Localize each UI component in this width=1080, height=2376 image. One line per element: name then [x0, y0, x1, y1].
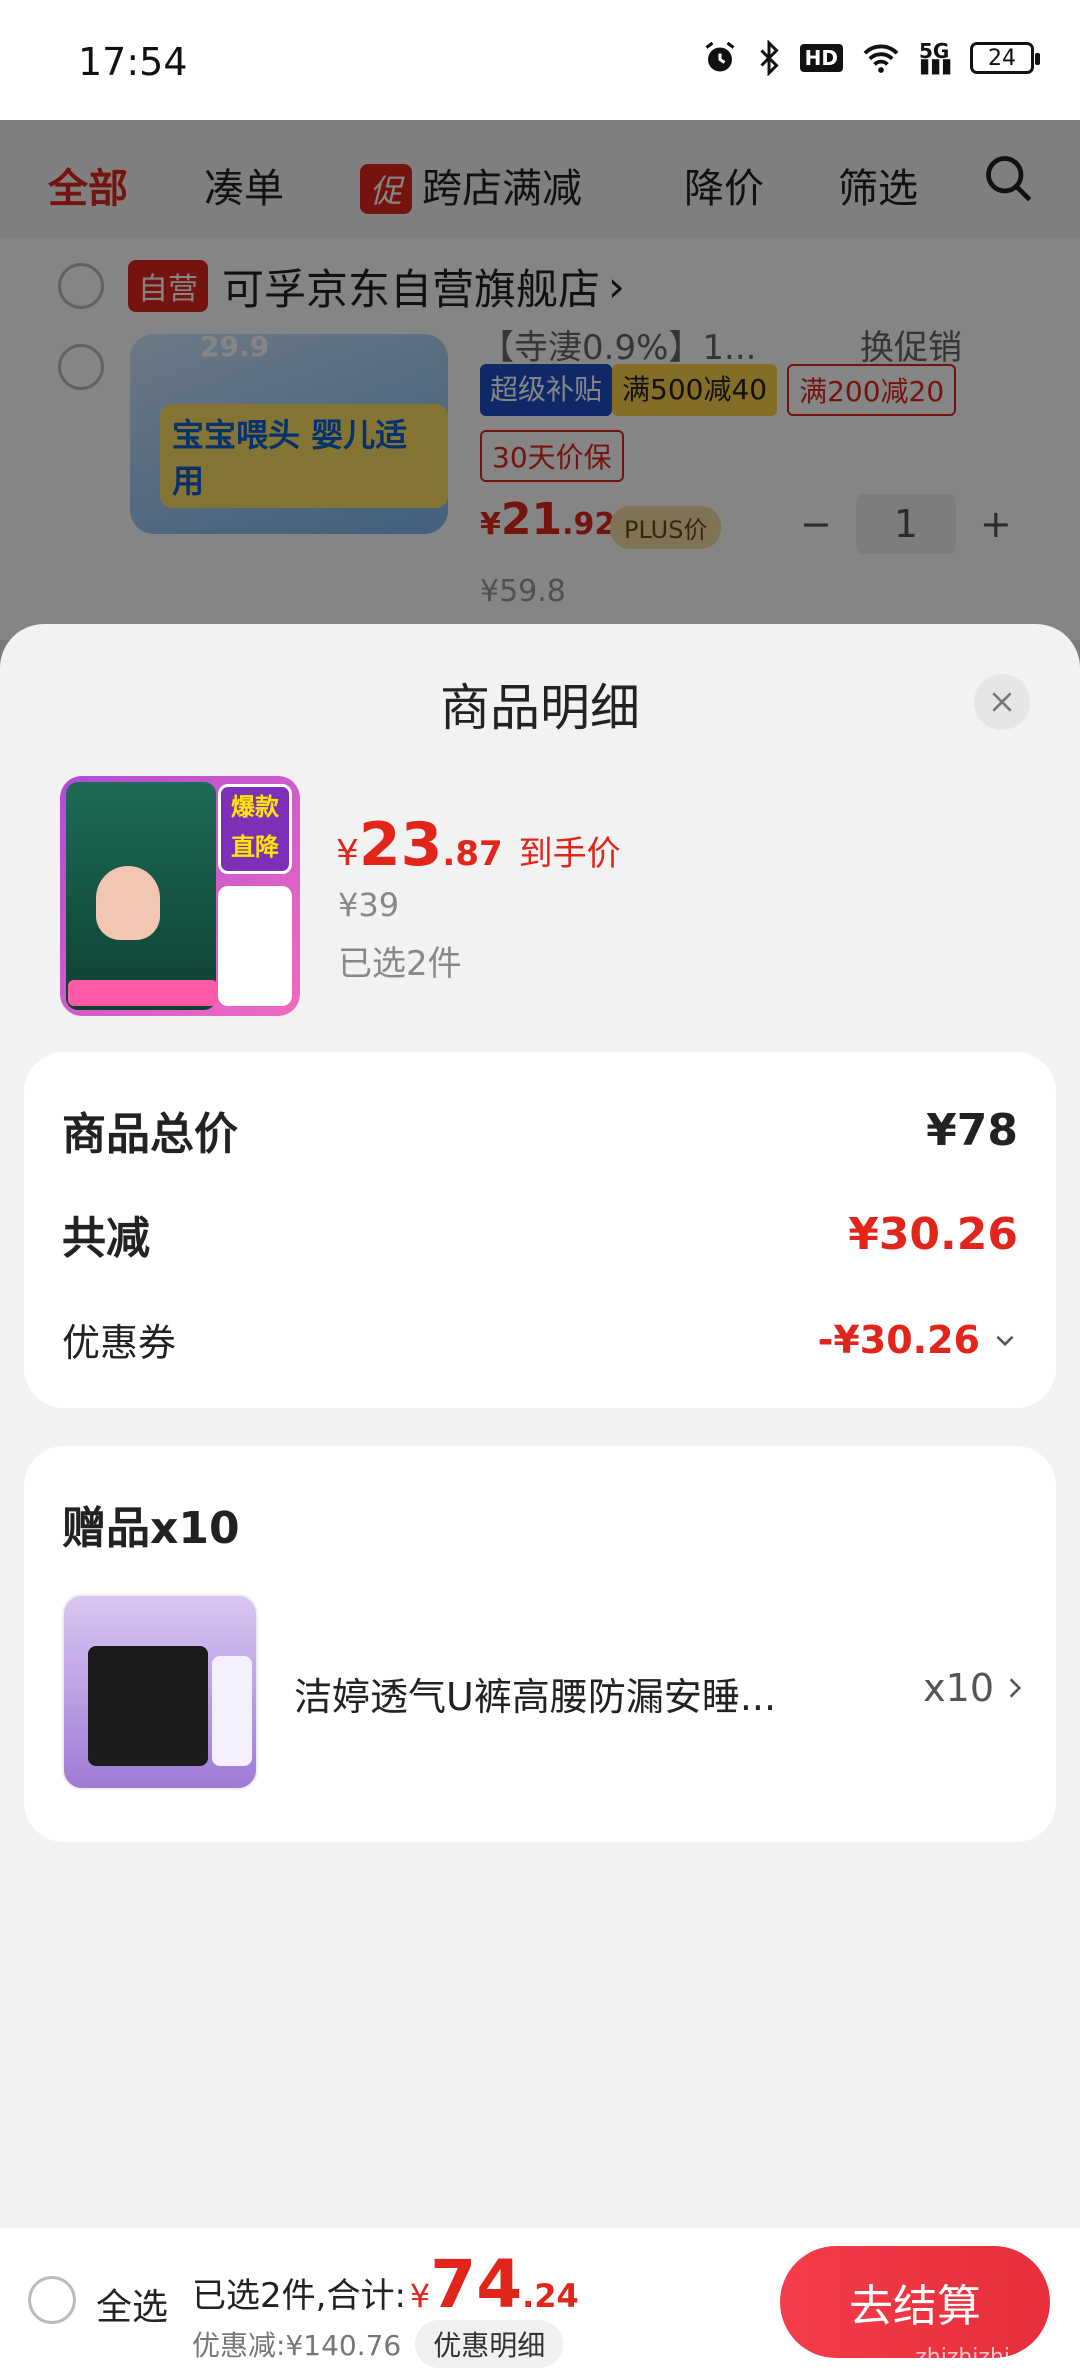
product-image-side: [218, 886, 292, 1006]
gift-quantity[interactable]: x10: [923, 1666, 1026, 1710]
discount-summary: 优惠减:¥140.76 优惠明细: [192, 2320, 564, 2368]
coupon-value: -¥30.26: [817, 1317, 980, 1362]
chevron-down-icon[interactable]: [992, 1327, 1018, 1353]
close-icon: [992, 692, 1012, 712]
watermark: zhizhizhi.com: [915, 2345, 1064, 2370]
coupon-label: 优惠券: [62, 1321, 177, 1365]
hd-icon: HD: [799, 44, 843, 72]
price-summary-card: 商品总价 ¥78 共减 ¥30.26 优惠券 -¥30.26: [24, 1052, 1056, 1408]
discount-detail-button[interactable]: 优惠明细: [415, 2320, 564, 2368]
product-image[interactable]: 爆款直降: [60, 776, 300, 1016]
gift-name[interactable]: 洁婷透气U裤高腰防漏安睡...: [294, 1666, 776, 1721]
status-time: 17:54: [78, 40, 188, 84]
signal-icon: 5G ▮▮▮: [918, 39, 952, 77]
reduction-value: ¥30.26: [848, 1208, 1018, 1260]
total-summary: 已选2件,合计: ¥ 74 .24: [192, 2246, 579, 2323]
selected-count: 已选2件: [338, 944, 462, 984]
product-image-model: [96, 866, 160, 940]
reduction-row: 共减 ¥30.26: [62, 1202, 1018, 1266]
total-price-row: 商品总价 ¥78: [62, 1098, 1018, 1162]
chevron-right-icon: [1009, 1678, 1022, 1698]
product-image-strip: [68, 980, 218, 1006]
reduction-label: 共减: [62, 1213, 150, 1264]
gift-image[interactable]: [62, 1594, 258, 1790]
total-integer: 74: [430, 2246, 523, 2323]
total-decimal: .24: [522, 2277, 579, 2315]
final-price-label: 到手价: [518, 834, 621, 874]
checkout-button[interactable]: 去结算: [780, 2246, 1050, 2358]
gift-image-pack: [88, 1646, 208, 1766]
gift-title: 赠品x10: [62, 1503, 240, 1554]
alarm-icon: [705, 41, 735, 72]
status-bar: 17:54 HD 5G ▮▮▮ 24: [0, 0, 1080, 120]
product-image-badge: 爆款直降: [218, 784, 292, 874]
select-all-label[interactable]: 全选: [96, 2278, 168, 2330]
bluetooth-icon: [760, 40, 779, 76]
close-button[interactable]: [974, 674, 1030, 730]
discount-text: 优惠减:¥140.76: [192, 2329, 402, 2362]
gift-image-side: [212, 1656, 252, 1766]
original-price: ¥39: [338, 886, 400, 924]
final-price: ¥ 23 .87 到手价: [336, 810, 621, 880]
gift-card: 赠品x10 洁婷透气U裤高腰防漏安睡... x10: [24, 1446, 1056, 1842]
total-price-label: 商品总价: [62, 1109, 238, 1160]
total-price-value: ¥78: [926, 1104, 1018, 1156]
gift-qty-value: x10: [923, 1666, 994, 1710]
wifi-icon: [863, 44, 899, 73]
coupon-row[interactable]: 优惠券 -¥30.26: [62, 1312, 1018, 1367]
total-currency: ¥: [409, 2277, 431, 2315]
sheet-title: 商品明细: [440, 679, 640, 737]
select-all-checkbox[interactable]: [28, 2276, 76, 2324]
battery-icon: 24: [970, 42, 1040, 74]
overlay-dim[interactable]: [0, 120, 1080, 640]
product-detail-sheet: 商品明细 爆款直降 ¥ 23 .87 到手价 ¥39 已选2件 商品总价 ¥78…: [0, 624, 1080, 2376]
status-icons: HD 5G ▮▮▮ 24: [702, 39, 1040, 77]
checkout-bar: 全选 已选2件,合计: ¥ 74 .24 优惠减:¥140.76 优惠明细 去结…: [0, 2228, 1080, 2376]
selected-total-label: 已选2件,合计:: [192, 2276, 406, 2316]
